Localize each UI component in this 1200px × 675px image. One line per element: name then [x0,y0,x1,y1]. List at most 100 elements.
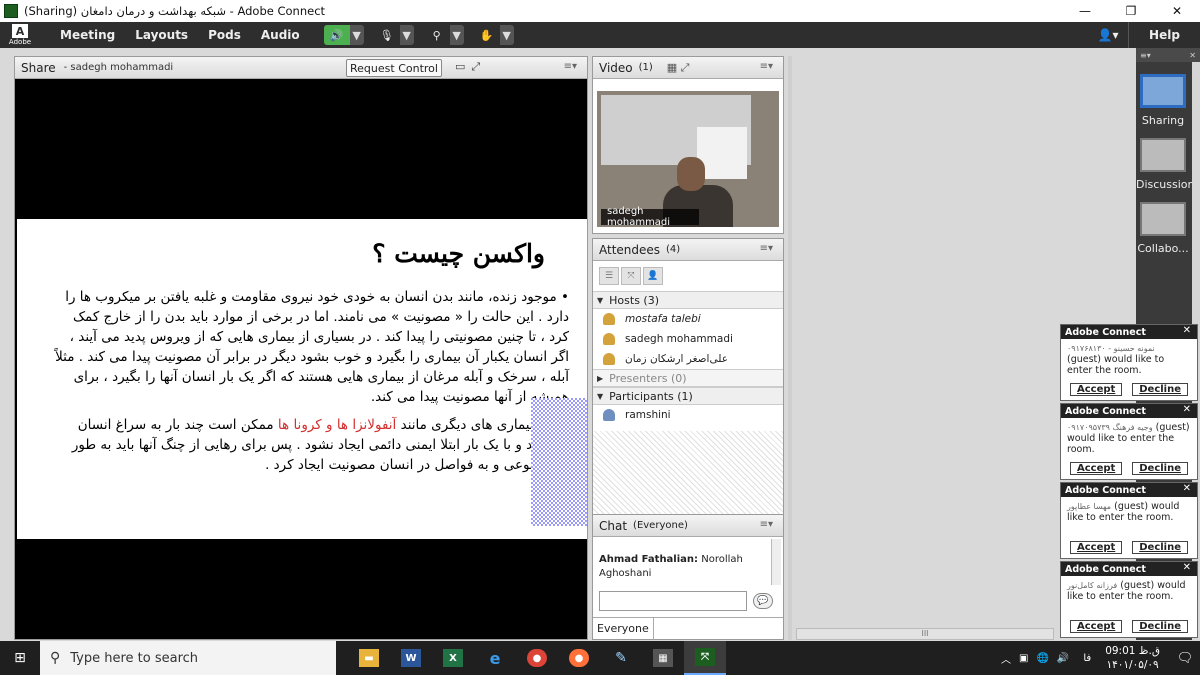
layout-label: Sharing [1141,114,1185,127]
webcam-dropdown-icon[interactable]: ▼ [449,25,464,45]
windows-taskbar: ⊞ ⚲ Type here to search ▬ W X e ● ● ✎ ▦ … [0,641,1200,675]
chrome-icon[interactable]: ● [516,641,558,675]
speaker-dropdown-icon[interactable]: ▼ [349,25,364,45]
raise-hand-icon[interactable]: ✋ [474,25,500,45]
layout-discussion[interactable]: Discussion [1136,138,1195,191]
volume-icon[interactable]: 🔊 [1057,653,1069,664]
notification-body: مهسا عطاپور (guest) would like to enter … [1061,497,1197,541]
input-language[interactable]: فا [1083,653,1091,664]
attendee-name: mostafa talebi [625,313,701,325]
hosts-label: Hosts (3) [609,293,660,307]
hosts-group-header[interactable]: ▼ Hosts (3) [593,291,783,309]
search-placeholder: Type here to search [70,650,199,666]
layouts-menu-icon[interactable]: ≡▾ [1140,51,1151,60]
notification-close-icon[interactable]: ✕ [1183,562,1191,573]
raise-hand-dropdown-icon[interactable]: ▼ [499,25,514,45]
layouts-close-icon[interactable]: ✕ [1189,51,1196,60]
chat-pod-header: Chat (Everyone) ≡▾ [593,515,783,537]
decline-button[interactable]: Decline [1132,383,1189,396]
attendees-pod-menu-icon[interactable]: ≡▾ [760,243,773,254]
chat-pod-menu-icon[interactable]: ≡▾ [760,519,773,530]
webcam-icon[interactable]: ⚲ [424,25,450,45]
video-layout-icon[interactable]: ▦ ⤢ [667,61,690,75]
notification-actions: Accept Decline [1061,383,1197,400]
accept-button[interactable]: Accept [1069,383,1123,396]
attendee-host[interactable]: علی‌اصغر ارشکان زمان [593,349,783,369]
action-center-icon[interactable]: 🗨 [1170,651,1200,666]
menu-meeting[interactable]: Meeting [60,28,115,42]
menu-layouts[interactable]: Layouts [135,28,188,42]
notification-close-icon[interactable]: ✕ [1183,483,1191,494]
menu-audio[interactable]: Audio [261,28,300,42]
chat-recipient-tab[interactable]: Everyone [593,617,654,640]
fullscreen-icon[interactable]: ⤢ [471,60,480,74]
microphone-dropdown-icon[interactable]: ▼ [399,25,414,45]
menubar-right: 👤▾ Help [1088,22,1200,48]
menu-pods[interactable]: Pods [208,28,241,42]
presenters-group-header[interactable]: ▶ Presenters (0) [593,369,783,387]
excel-icon[interactable]: X [432,641,474,675]
host-user-icon [603,313,615,325]
taskbar-search-box[interactable]: ⚲ Type here to search [40,641,336,675]
maximize-button[interactable]: ❐ [1108,0,1154,22]
participants-label: Participants (1) [609,389,693,403]
layouts-panel-header: ≡▾ ✕ [1136,48,1200,62]
chat-message: Ahmad Fathalian: Norollah Aghoshani [599,553,767,581]
search-icon: ⚲ [50,650,61,666]
attendee-host[interactable]: sadegh mohammadi [593,329,783,349]
list-view-icon[interactable]: ☰ [599,267,619,285]
attendee-host[interactable]: mostafa talebi [593,309,783,329]
speaker-icon[interactable]: 🔊 [323,25,350,45]
video-person-face [677,157,705,191]
chat-pod-title: Chat [599,518,628,533]
share-pod-menu-icon[interactable]: ≡▾ [564,61,577,72]
layout-label: Discussion [1136,178,1195,191]
accept-button[interactable]: Accept [1069,541,1123,554]
adobe-connect-taskbar-icon[interactable]: ⤧ [684,641,726,675]
help-menu[interactable]: Help [1128,22,1200,48]
screen-view-icon[interactable]: ▭ [455,60,465,74]
layout-sharing[interactable]: Sharing [1136,74,1190,127]
participants-group-header[interactable]: ▼ Participants (1) [593,387,783,405]
decline-button[interactable]: Decline [1132,620,1189,633]
share-pod-header: Share - sadegh mohammadi Request Control… [15,57,587,79]
network-icon[interactable]: 🌐 [1036,653,1048,664]
layout-collaboration[interactable]: Collabo... [1136,202,1190,255]
attendee-participant[interactable]: ramshini [593,405,783,425]
taskbar-clock[interactable]: 09:01 ق.ظ ۱۴۰۱/۰۵/۰۹ [1105,644,1160,672]
chat-footer: Everyone [593,617,783,640]
windows-start-icon[interactable]: ⊞ [0,641,40,675]
decline-button[interactable]: Decline [1132,541,1189,554]
microphone-icon[interactable]: 🎙 [374,25,400,45]
accept-button[interactable]: Accept [1069,620,1123,633]
notification-close-icon[interactable]: ✕ [1183,404,1191,415]
calculator-icon[interactable]: ▦ [642,641,684,675]
pod-divider[interactable] [788,56,792,640]
send-message-icon[interactable]: 💬 [753,593,773,609]
collapse-icon: ▼ [597,295,604,305]
paint-icon[interactable]: ✎ [600,641,642,675]
tray-chevron-icon[interactable]: ︿ [1001,651,1011,666]
notification-close-icon[interactable]: ✕ [1183,325,1191,336]
video-pod-menu-icon[interactable]: ≡▾ [760,61,773,72]
word-icon[interactable]: W [390,641,432,675]
firefox-icon[interactable]: ● [558,641,600,675]
tray-app-icon[interactable]: ▣ [1019,653,1028,664]
attendees-pod: Attendees (4) ≡▾ ☰ ⤧ 👤 ▼ Hosts (3) mosta… [592,238,784,516]
edge-icon[interactable]: e [474,641,516,675]
user-settings-icon[interactable]: 👤▾ [1088,28,1128,42]
notification-title: Adobe Connect [1065,484,1146,496]
horizontal-scrollbar[interactable]: III [796,628,1054,640]
breakout-icon[interactable]: ⤧ [621,267,641,285]
status-view-icon[interactable]: 👤 [643,267,663,285]
microphone-control: 🎙 ▼ [374,25,414,45]
chat-input[interactable] [599,591,747,611]
notification-text: (guest) would like to enter the room. [1067,354,1165,376]
request-control-button[interactable]: Request Control [346,59,442,77]
close-button[interactable]: ✕ [1154,0,1200,22]
accept-button[interactable]: Accept [1069,462,1123,475]
minimize-button[interactable]: — [1062,0,1108,22]
file-explorer-icon[interactable]: ▬ [348,641,390,675]
chat-scrollbar[interactable] [771,539,781,585]
decline-button[interactable]: Decline [1132,462,1189,475]
